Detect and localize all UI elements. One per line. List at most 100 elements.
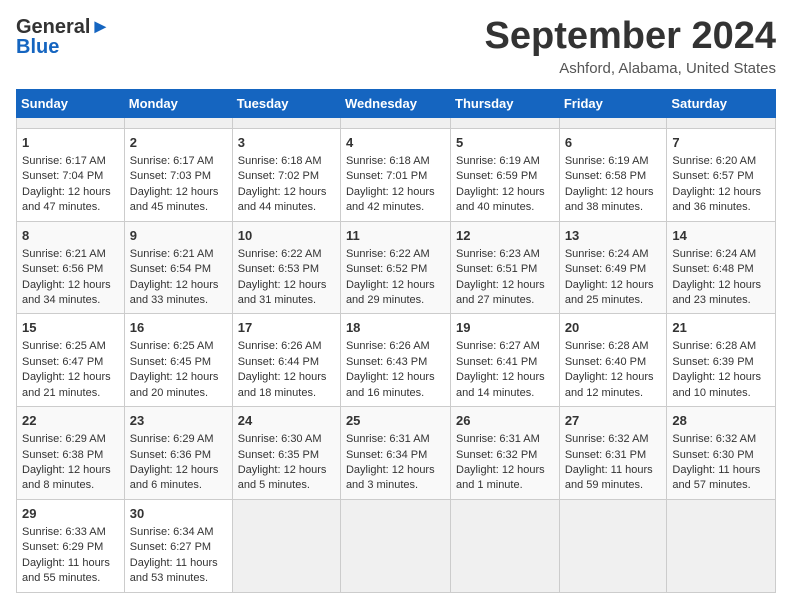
logo-text: General►: [16, 16, 110, 38]
day-info: Daylight: 12 hours and 20 minutes.: [130, 370, 227, 401]
day-number: 21: [672, 319, 770, 337]
calendar-cell: 2Sunrise: 6:17 AMSunset: 7:03 PMDaylight…: [124, 128, 232, 221]
day-number: 12: [456, 227, 554, 245]
calendar-cell: [340, 117, 450, 128]
day-info: Sunset: 6:31 PM: [565, 448, 662, 463]
calendar-cell: 3Sunrise: 6:18 AMSunset: 7:02 PMDaylight…: [232, 128, 340, 221]
calendar-cell: 6Sunrise: 6:19 AMSunset: 6:58 PMDaylight…: [559, 128, 667, 221]
calendar-cell: 14Sunrise: 6:24 AMSunset: 6:48 PMDayligh…: [667, 221, 776, 314]
day-info: Daylight: 11 hours and 55 minutes.: [22, 556, 119, 587]
day-info: Sunrise: 6:29 AM: [130, 432, 227, 447]
week-row-5: 29Sunrise: 6:33 AMSunset: 6:29 PMDayligh…: [17, 499, 776, 592]
day-info: Daylight: 11 hours and 59 minutes.: [565, 463, 662, 494]
day-info: Sunrise: 6:31 AM: [456, 432, 554, 447]
day-number: 8: [22, 227, 119, 245]
day-info: Sunset: 6:47 PM: [22, 355, 119, 370]
day-info: Sunset: 6:32 PM: [456, 448, 554, 463]
day-info: Sunset: 6:51 PM: [456, 262, 554, 277]
calendar-cell: 10Sunrise: 6:22 AMSunset: 6:53 PMDayligh…: [232, 221, 340, 314]
calendar-cell: [451, 499, 560, 592]
calendar-cell: [667, 117, 776, 128]
day-info: Daylight: 12 hours and 21 minutes.: [22, 370, 119, 401]
day-number: 28: [672, 412, 770, 430]
day-info: Sunset: 6:54 PM: [130, 262, 227, 277]
day-number: 4: [346, 134, 445, 152]
calendar-cell: 5Sunrise: 6:19 AMSunset: 6:59 PMDaylight…: [451, 128, 560, 221]
day-number: 19: [456, 319, 554, 337]
day-info: Sunrise: 6:18 AM: [346, 154, 445, 169]
day-info: Daylight: 12 hours and 33 minutes.: [130, 278, 227, 309]
day-info: Daylight: 12 hours and 25 minutes.: [565, 278, 662, 309]
calendar-cell: 19Sunrise: 6:27 AMSunset: 6:41 PMDayligh…: [451, 314, 560, 407]
col-header-monday: Monday: [124, 89, 232, 117]
calendar-cell: 27Sunrise: 6:32 AMSunset: 6:31 PMDayligh…: [559, 407, 667, 500]
calendar-cell: 20Sunrise: 6:28 AMSunset: 6:40 PMDayligh…: [559, 314, 667, 407]
calendar-cell: 30Sunrise: 6:34 AMSunset: 6:27 PMDayligh…: [124, 499, 232, 592]
page-header: General► Blue September 2024 Ashford, Al…: [16, 16, 776, 77]
day-info: Sunset: 6:41 PM: [456, 355, 554, 370]
col-header-saturday: Saturday: [667, 89, 776, 117]
day-info: Sunset: 6:36 PM: [130, 448, 227, 463]
calendar-cell: 11Sunrise: 6:22 AMSunset: 6:52 PMDayligh…: [340, 221, 450, 314]
day-number: 24: [238, 412, 335, 430]
day-info: Daylight: 12 hours and 8 minutes.: [22, 463, 119, 494]
day-number: 10: [238, 227, 335, 245]
day-info: Sunset: 7:04 PM: [22, 169, 119, 184]
calendar-cell: 7Sunrise: 6:20 AMSunset: 6:57 PMDaylight…: [667, 128, 776, 221]
day-info: Sunset: 6:57 PM: [672, 169, 770, 184]
day-info: Daylight: 12 hours and 38 minutes.: [565, 185, 662, 216]
day-info: Sunrise: 6:19 AM: [456, 154, 554, 169]
day-info: Daylight: 12 hours and 31 minutes.: [238, 278, 335, 309]
day-info: Sunrise: 6:25 AM: [130, 339, 227, 354]
calendar-cell: 12 Sunrise: 6:23 AMSunset: 6:51 PMDayligh…: [451, 221, 560, 314]
day-info: Sunrise: 6:19 AM: [565, 154, 662, 169]
title-block: September 2024 Ashford, Alabama, United …: [485, 16, 777, 77]
col-header-sunday: Sunday: [17, 89, 125, 117]
location-subtitle: Ashford, Alabama, United States: [485, 60, 777, 77]
day-number: 1: [22, 134, 119, 152]
day-number: 15: [22, 319, 119, 337]
day-number: 25: [346, 412, 445, 430]
day-info: Sunrise: 6:29 AM: [22, 432, 119, 447]
day-info: Sunset: 6:27 PM: [130, 540, 227, 555]
day-info: Daylight: 12 hours and 27 minutes.: [456, 278, 554, 309]
day-number: 5: [456, 134, 554, 152]
day-info: Daylight: 12 hours and 47 minutes.: [22, 185, 119, 216]
calendar-cell: [124, 117, 232, 128]
day-info: Sunrise: 6:32 AM: [565, 432, 662, 447]
day-number: 22: [22, 412, 119, 430]
day-info: Sunrise: 6:22 AM: [346, 247, 445, 262]
calendar-cell: 28Sunrise: 6:32 AMSunset: 6:30 PMDayligh…: [667, 407, 776, 500]
calendar-cell: 8Sunrise: 6:21 AMSunset: 6:56 PMDaylight…: [17, 221, 125, 314]
day-info: Sunrise: 6:18 AM: [238, 154, 335, 169]
week-row-3: 15Sunrise: 6:25 AMSunset: 6:47 PMDayligh…: [17, 314, 776, 407]
calendar-cell: 17Sunrise: 6:26 AMSunset: 6:44 PMDayligh…: [232, 314, 340, 407]
day-info: Sunset: 6:44 PM: [238, 355, 335, 370]
day-info: Sunset: 7:02 PM: [238, 169, 335, 184]
calendar-cell: 18Sunrise: 6:26 AMSunset: 6:43 PMDayligh…: [340, 314, 450, 407]
calendar-cell: [667, 499, 776, 592]
calendar-cell: 22Sunrise: 6:29 AMSunset: 6:38 PMDayligh…: [17, 407, 125, 500]
day-info: Daylight: 12 hours and 16 minutes.: [346, 370, 445, 401]
day-info: Sunset: 6:34 PM: [346, 448, 445, 463]
day-info: Daylight: 12 hours and 45 minutes.: [130, 185, 227, 216]
day-info: Sunset: 6:30 PM: [672, 448, 770, 463]
week-row-2: 8Sunrise: 6:21 AMSunset: 6:56 PMDaylight…: [17, 221, 776, 314]
week-row-4: 22Sunrise: 6:29 AMSunset: 6:38 PMDayligh…: [17, 407, 776, 500]
calendar-cell: 21Sunrise: 6:28 AMSunset: 6:39 PMDayligh…: [667, 314, 776, 407]
day-number: 17: [238, 319, 335, 337]
day-info: Sunrise: 6:23 AM: [456, 247, 554, 262]
day-info: Daylight: 12 hours and 18 minutes.: [238, 370, 335, 401]
day-info: Sunset: 6:40 PM: [565, 355, 662, 370]
day-info: Sunrise: 6:25 AM: [22, 339, 119, 354]
calendar-cell: 29Sunrise: 6:33 AMSunset: 6:29 PMDayligh…: [17, 499, 125, 592]
day-info: Daylight: 12 hours and 23 minutes.: [672, 278, 770, 309]
day-info: Daylight: 12 hours and 1 minute.: [456, 463, 554, 494]
day-info: Sunrise: 6:32 AM: [672, 432, 770, 447]
col-header-friday: Friday: [559, 89, 667, 117]
calendar-cell: 4Sunrise: 6:18 AMSunset: 7:01 PMDaylight…: [340, 128, 450, 221]
day-info: Sunrise: 6:30 AM: [238, 432, 335, 447]
day-number: 7: [672, 134, 770, 152]
calendar-cell: [559, 499, 667, 592]
day-info: Sunrise: 6:28 AM: [672, 339, 770, 354]
